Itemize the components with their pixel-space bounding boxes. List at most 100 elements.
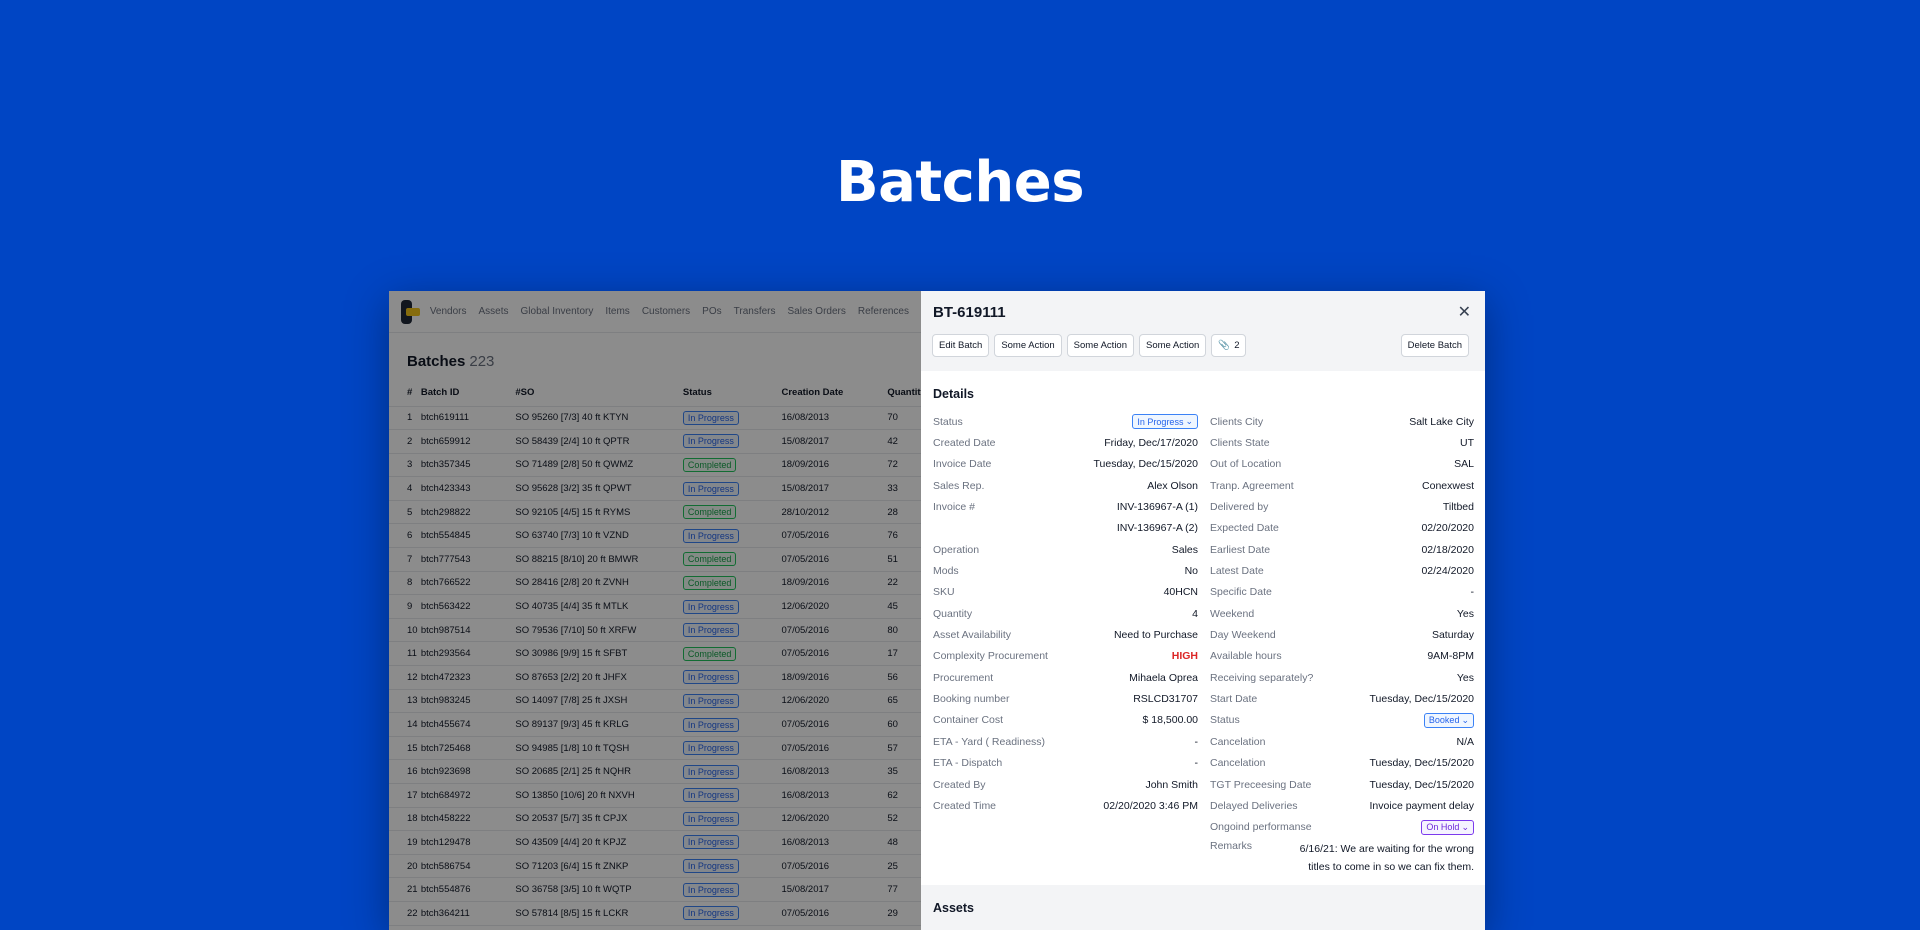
detail-value: N/A [1456, 735, 1474, 748]
close-icon[interactable]: ✕ [1458, 302, 1471, 322]
detail-label: Mods [933, 565, 959, 578]
some-action-button[interactable]: Some Action [1066, 334, 1134, 357]
detail-row: Complexity Procurement HIGH [933, 646, 1198, 667]
attachments-button[interactable]: 📎 2 [1211, 334, 1247, 357]
detail-label: Created By [933, 778, 986, 791]
detail-label: Complexity Procurement [933, 650, 1048, 663]
detail-label: Booking number [933, 693, 1010, 706]
detail-label: Out of Location [1210, 458, 1282, 471]
detail-value: No [1184, 565, 1198, 578]
detail-label: Invoice Date [933, 458, 992, 471]
chevron-down-icon: ⌄ [1185, 416, 1193, 427]
attachments-count: 2 [1234, 340, 1240, 351]
some-action-button[interactable]: Some Action [1139, 334, 1207, 357]
detail-value: UT [1460, 437, 1474, 450]
status-dropdown-value: Booked [1428, 715, 1460, 726]
detail-value: Sales [1171, 543, 1198, 556]
detail-label: Available hours [1210, 650, 1282, 663]
page-hero-title: Batches [835, 150, 1085, 215]
detail-label: Container Cost [933, 714, 1004, 727]
detail-label: ETA - Yard ( Readiness) [933, 735, 1046, 748]
detail-value: 4 [1192, 607, 1198, 620]
detail-value: Alex Olson [1147, 479, 1198, 492]
detail-row: Ongoind performanse On Hold ⌄ [1210, 817, 1474, 838]
detail-value: Tuesday, Dec/15/2020 [1369, 778, 1474, 791]
detail-row: Mods No [933, 560, 1198, 581]
detail-row: Day Weekend Saturday [1210, 624, 1474, 645]
detail-value: Invoice payment delay [1369, 799, 1474, 812]
detail-value: 02/24/2020 [1421, 565, 1474, 578]
detail-row: Receiving separately? Yes [1210, 667, 1474, 688]
detail-label: Status [1210, 714, 1240, 727]
detail-value: Yes [1456, 607, 1474, 620]
batches-list-view: Vendors Assets Global Inventory Items Custom… [389, 291, 921, 930]
detail-value: Tiltbed [1442, 501, 1474, 514]
detail-label: Invoice # [933, 501, 976, 514]
detail-value: 02/18/2020 [1421, 543, 1474, 556]
status-dropdown[interactable]: On Hold ⌄ [1421, 819, 1474, 835]
detail-label: Weekend [1210, 607, 1255, 620]
detail-label: ETA - Dispatch [933, 757, 1003, 770]
detail-value: RSLCD31707 [1133, 693, 1198, 706]
app-window: Vendors Assets Global Inventory Items Custom… [389, 291, 1485, 930]
detail-value: Mihaela Oprea [1129, 671, 1198, 684]
detail-label: Status [933, 415, 963, 428]
detail-value: Salt Lake City [1409, 415, 1474, 428]
status-dropdown[interactable]: Booked ⌄ [1423, 712, 1474, 728]
detail-value: - [1194, 757, 1199, 770]
detail-row: Asset Availability Need to Purchase [933, 624, 1198, 645]
modal-backdrop[interactable] [389, 291, 921, 930]
detail-label: Delayed Deliveries [1210, 799, 1298, 812]
edit-batch-button[interactable]: Edit Batch [932, 334, 990, 357]
detail-label: Expected Date [1210, 522, 1279, 535]
some-action-button[interactable]: Some Action [994, 334, 1062, 357]
detail-value: Tuesday, Dec/15/2020 [1369, 757, 1474, 770]
detail-row: Tranp. Agreement Conexwest [1210, 475, 1474, 496]
assets-section: Assets [921, 885, 1485, 930]
detail-value: INV-136967-A (1) [1116, 501, 1198, 514]
detail-row: Out of Location SAL [1210, 454, 1474, 475]
chevron-down-icon: ⌄ [1461, 821, 1469, 832]
status-dropdown[interactable]: In Progress ⌄ [1132, 414, 1198, 430]
detail-row: Earliest Date 02/18/2020 [1210, 539, 1474, 560]
details-right-column: Clients City Salt Lake City Clients State U… [1210, 411, 1474, 876]
detail-label: Created Date [933, 437, 996, 450]
batch-detail-panel: BT-619111 ✕ Edit Batch Some Action Some … [921, 291, 1485, 930]
detail-value: Tuesday, Dec/15/2020 [1093, 458, 1198, 471]
detail-row: TGT Preceesing Date Tuesday, Dec/15/2020 [1210, 774, 1474, 795]
detail-label: Clients City [1210, 415, 1264, 428]
detail-label: Created Time [933, 799, 997, 812]
detail-label: Operation [933, 543, 980, 556]
delete-batch-button[interactable]: Delete Batch [1400, 334, 1469, 357]
detail-value: - [1470, 586, 1475, 599]
detail-value: Friday, Dec/17/2020 [1104, 437, 1198, 450]
detail-row: Invoice Date Tuesday, Dec/15/2020 [933, 454, 1198, 475]
detail-row: INV-136967-A (2) [933, 518, 1198, 539]
detail-label: Cancelation [1210, 735, 1266, 748]
detail-row: ETA - Yard ( Readiness) - [933, 731, 1198, 752]
detail-value: 9AM-8PM [1427, 650, 1474, 663]
batch-title: BT-619111 [933, 304, 1006, 321]
detail-row: Clients City Salt Lake City [1210, 411, 1474, 432]
remarks-row: Remarks 6/16/21: We are waiting for the w… [1210, 840, 1474, 876]
detail-label: Procurement [933, 671, 994, 684]
detail-value: INV-136967-A (2) [1116, 522, 1198, 535]
detail-value: Tuesday, Dec/15/2020 [1369, 693, 1474, 706]
detail-value: $ 18,500.00 [1142, 714, 1198, 727]
detail-row: Delayed Deliveries Invoice payment delay [1210, 795, 1474, 816]
status-dropdown-value: In Progress [1137, 416, 1184, 427]
detail-label: Clients State [1210, 437, 1270, 450]
detail-value: 02/20/2020 3:46 PM [1103, 799, 1198, 812]
detail-row: Created By John Smith [933, 774, 1198, 795]
detail-label: Delivered by [1210, 501, 1269, 514]
detail-row: Weekend Yes [1210, 603, 1474, 624]
detail-label: Start Date [1210, 693, 1258, 706]
detail-row: Quantity 4 [933, 603, 1198, 624]
detail-row: Created Date Friday, Dec/17/2020 [933, 432, 1198, 453]
detail-row: Status Booked ⌄ [1210, 710, 1474, 731]
detail-row: Cancelation Tuesday, Dec/15/2020 [1210, 753, 1474, 774]
detail-label: Asset Availability [933, 629, 1012, 642]
detail-value: Saturday [1431, 629, 1474, 642]
detail-label: Receiving separately? [1210, 671, 1314, 684]
detail-label: Latest Date [1210, 565, 1264, 578]
